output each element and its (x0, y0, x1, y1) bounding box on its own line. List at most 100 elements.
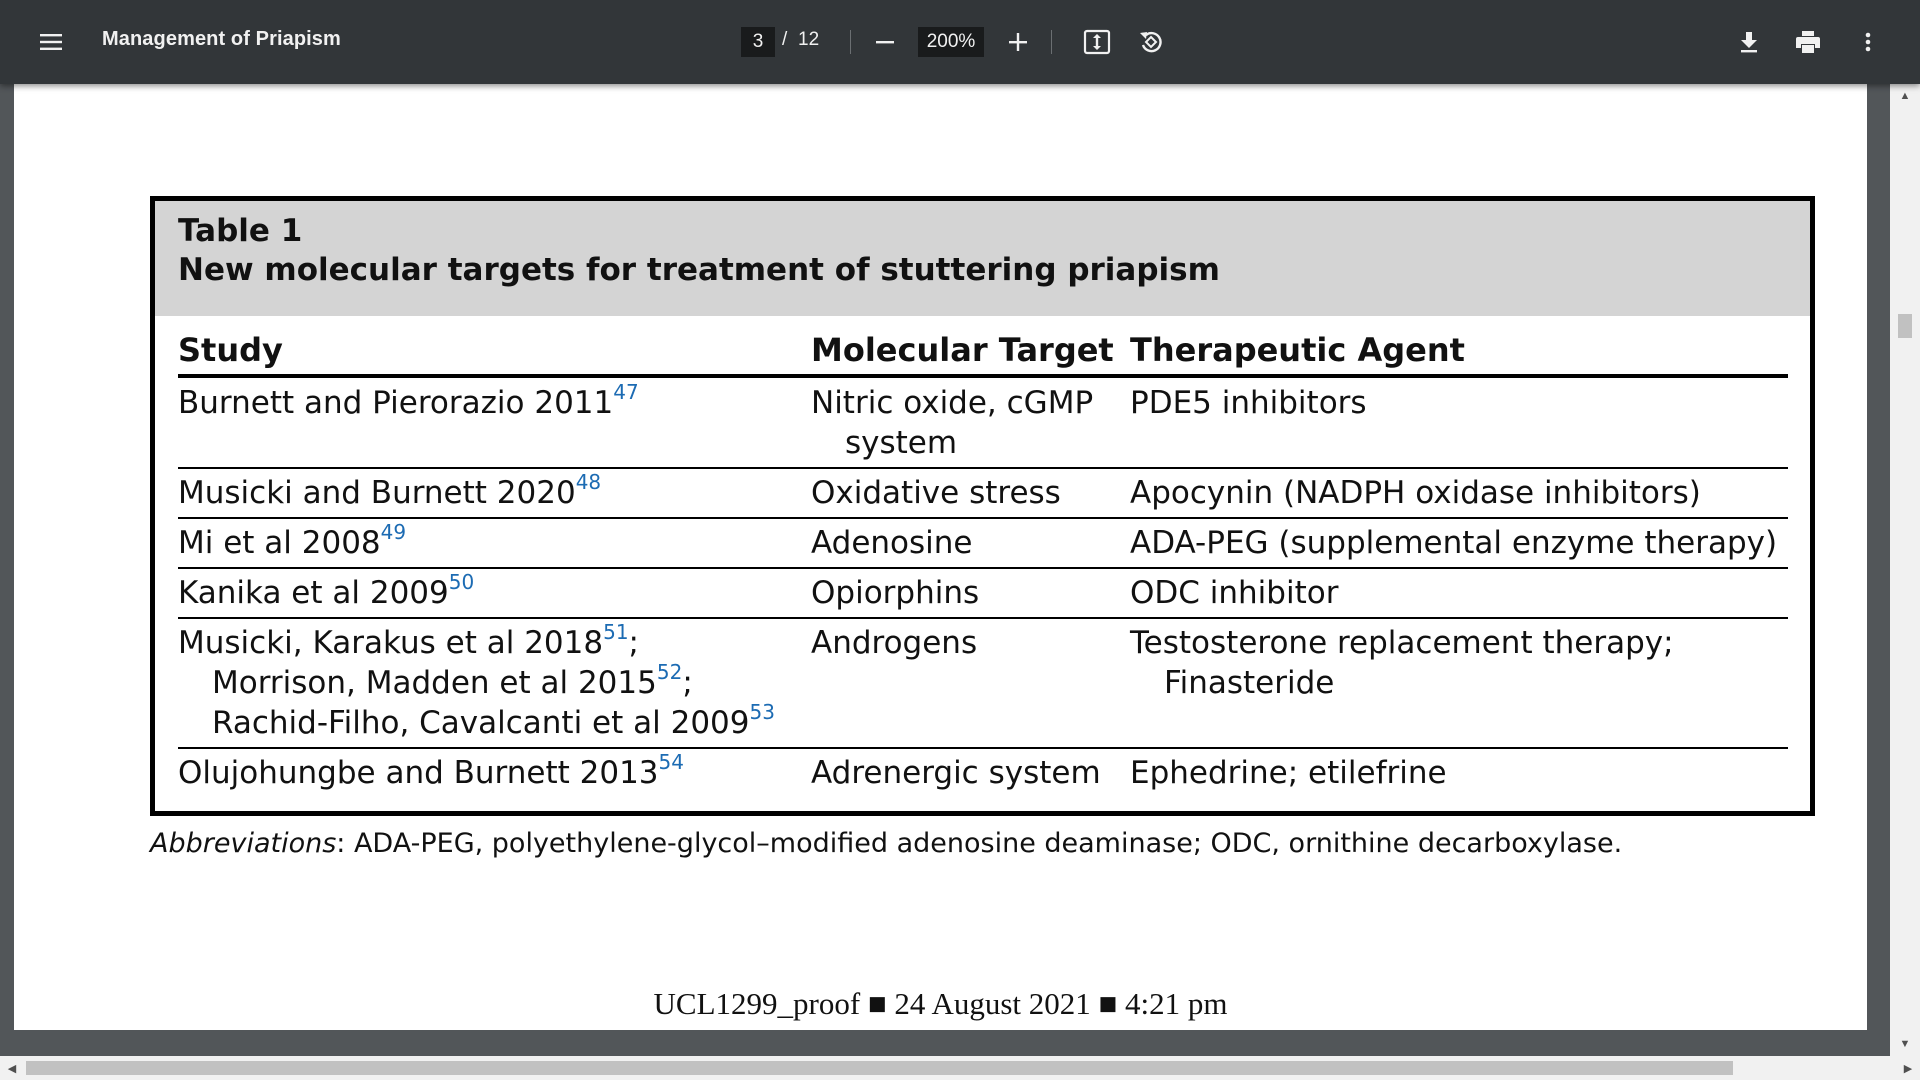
target-line: Androgens (811, 625, 978, 661)
study-text: Rachid-Filho, Cavalcanti et al 2009 (212, 705, 750, 741)
menu-button[interactable] (27, 18, 75, 66)
study-line: Burnett and Pierorazio 201147 (178, 380, 639, 423)
cell-study: Kanika et al 200950 (178, 570, 474, 613)
study-text: Musicki, Karakus et al 2018 (178, 625, 604, 661)
abbreviations-label: Abbreviations (150, 828, 337, 859)
study-line: Musicki, Karakus et al 201851; (178, 620, 775, 663)
target-line: Oxidative stress (811, 475, 1061, 511)
proof-footer: UCL1299_proof ■ 24 August 2021 ■ 4:21 pm (653, 986, 1228, 1021)
study-line: Morrison, Madden et al 201552; (178, 660, 775, 703)
study-line: Musicki and Burnett 202048 (178, 470, 601, 513)
minus-icon (876, 41, 894, 44)
reference-link[interactable]: 53 (750, 700, 775, 724)
print-button[interactable] (1784, 18, 1832, 66)
row-rule (178, 517, 1788, 519)
agent-line: Apocynin (NADPH oxidase inhibitors) (1130, 475, 1701, 511)
cell-agent: PDE5 inhibitors (1130, 383, 1367, 423)
cell-target: Oxidative stress (811, 473, 1061, 513)
scroll-up-arrow-icon[interactable]: ▲ (1890, 84, 1920, 108)
row-rule (178, 617, 1788, 619)
more-options-button[interactable] (1844, 18, 1892, 66)
cell-study: Olujohungbe and Burnett 201354 (178, 750, 684, 793)
target-line: Nitric oxide, cGMP (811, 385, 1094, 421)
zoom-out-button[interactable] (861, 18, 909, 66)
print-icon (1796, 31, 1820, 53)
agent-line: Finasteride (1164, 665, 1335, 701)
study-line: Kanika et al 200950 (178, 570, 474, 613)
zoom-level-input[interactable] (918, 27, 984, 57)
cell-target: Opiorphins (811, 573, 979, 613)
cell-study: Burnett and Pierorazio 201147 (178, 380, 639, 423)
vertical-scroll-thumb[interactable] (1898, 314, 1912, 338)
study-text: Burnett and Pierorazio 2011 (178, 385, 614, 421)
cell-agent: ADA-PEG (supplemental enzyme therapy) (1130, 523, 1777, 563)
target-line: system (845, 425, 958, 461)
cell-target: Nitric oxide, cGMP system (811, 383, 1093, 463)
horizontal-scrollbar[interactable]: ◀ ▶ (0, 1056, 1920, 1080)
download-icon (1741, 32, 1757, 53)
page-separator: / (782, 29, 788, 50)
cell-study: Mi et al 200849 (178, 520, 406, 563)
agent-line: Testosterone replacement therapy; (1130, 625, 1674, 661)
download-button[interactable] (1725, 18, 1773, 66)
table-label: Table 1 (178, 213, 303, 249)
scroll-left-arrow-icon[interactable]: ◀ (0, 1056, 24, 1080)
row-rule (178, 467, 1788, 469)
cell-agent: Testosterone replacement therapy; Finaste… (1130, 623, 1674, 703)
table-1: Table 1 New molecular targets for treatm… (150, 196, 1815, 816)
zoom-in-button[interactable] (994, 18, 1042, 66)
study-line: Mi et al 200849 (178, 520, 406, 563)
column-header-agent: Therapeutic Agent (1130, 331, 1465, 369)
toolbar-divider (850, 30, 851, 54)
study-text: Kanika et al 2009 (178, 575, 449, 611)
reference-link[interactable]: 49 (381, 520, 406, 544)
rotate-icon (1140, 31, 1162, 53)
reference-link[interactable]: 48 (576, 470, 601, 494)
reference-link[interactable]: 50 (449, 570, 474, 594)
column-header-target: Molecular Target (811, 331, 1114, 369)
fit-page-icon (1083, 29, 1111, 55)
horizontal-scroll-thumb[interactable] (26, 1061, 1733, 1075)
target-line: Opiorphins (811, 575, 980, 611)
row-rule (178, 747, 1788, 749)
rotate-button[interactable] (1127, 18, 1175, 66)
agent-line: ADA-PEG (supplemental enzyme therapy) (1130, 525, 1778, 561)
cell-agent: Apocynin (NADPH oxidase inhibitors) (1130, 473, 1701, 513)
reference-link[interactable]: 54 (659, 750, 684, 774)
document-title: Management of Priapism (102, 28, 341, 50)
reference-link[interactable]: 51 (603, 620, 628, 644)
table-header-band: Table 1 New molecular targets for treatm… (155, 201, 1810, 316)
target-line: Adrenergic system (811, 755, 1101, 791)
reference-link[interactable]: 52 (657, 660, 682, 684)
cell-target: Adrenergic system (811, 753, 1101, 793)
menu-icon (40, 34, 62, 50)
scroll-right-arrow-icon[interactable]: ▶ (1896, 1056, 1920, 1080)
page-number-input[interactable] (741, 27, 775, 57)
pdf-viewer: Table 1 New molecular targets for treatm… (0, 84, 1920, 1056)
plus-icon (1009, 33, 1027, 51)
cell-study: Musicki, Karakus et al 201851; Morrison, … (178, 620, 775, 743)
abbreviations-text: : ADA-PEG, polyethylene-glycol–modified … (336, 828, 1623, 859)
page-total: 12 (798, 29, 820, 50)
pdf-page: Table 1 New molecular targets for treatm… (14, 84, 1867, 1030)
study-line: Rachid-Filho, Cavalcanti et al 200953 (178, 700, 775, 743)
vertical-scrollbar[interactable]: ▲ ▼ (1890, 84, 1920, 1056)
row-rule (178, 567, 1788, 569)
scroll-down-arrow-icon[interactable]: ▼ (1890, 1032, 1920, 1056)
study-text: Musicki and Burnett 2020 (178, 475, 576, 511)
table-abbreviations: Abbreviations: ADA-PEG, polyethylene-gly… (150, 828, 1622, 859)
cell-agent: Ephedrine; etilefrine (1130, 753, 1447, 793)
target-line: Adenosine (811, 525, 973, 561)
study-text: Morrison, Madden et al 2015 (212, 665, 657, 701)
column-header-study: Study (178, 331, 283, 369)
study-punctuation: ; (682, 665, 693, 701)
agent-line: ODC inhibitor (1130, 575, 1339, 611)
cell-target: Androgens (811, 623, 977, 663)
reference-link[interactable]: 47 (613, 380, 638, 404)
cell-study: Musicki and Burnett 202048 (178, 470, 601, 513)
cell-agent: ODC inhibitor (1130, 573, 1338, 613)
cell-target: Adenosine (811, 523, 973, 563)
table-caption: New molecular targets for treatment of s… (178, 252, 1220, 288)
header-rule (178, 374, 1788, 378)
fit-page-button[interactable] (1073, 18, 1121, 66)
